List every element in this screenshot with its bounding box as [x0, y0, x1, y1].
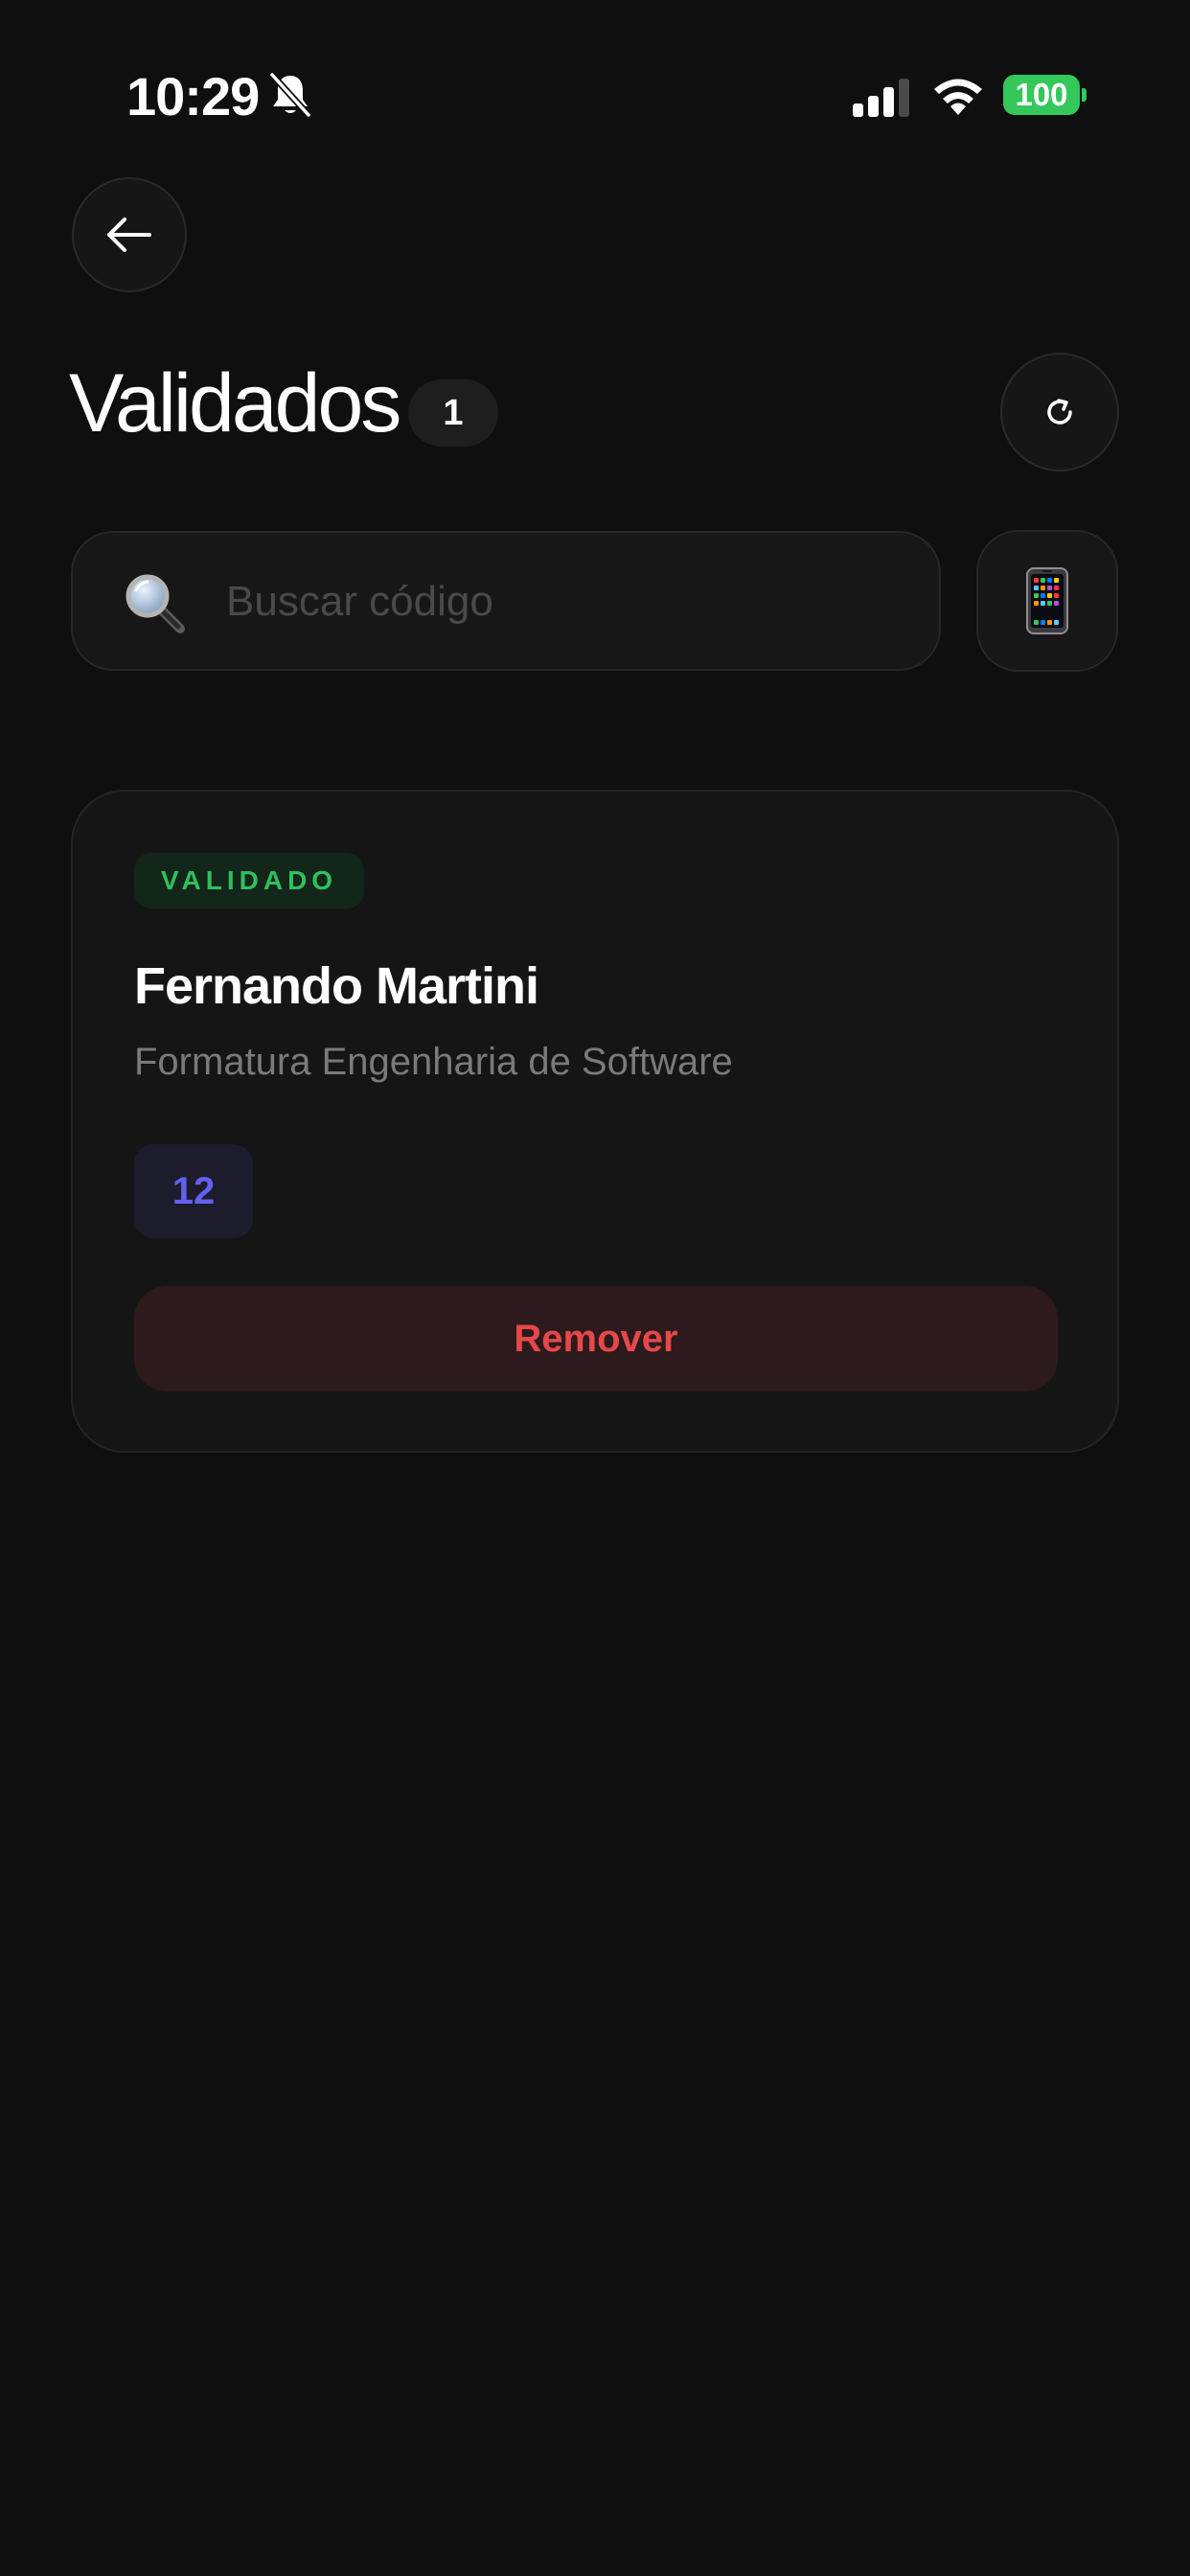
- arrow-left-icon: [107, 218, 151, 252]
- status-badge: VALIDADO: [134, 853, 364, 908]
- wifi-icon: [934, 79, 982, 115]
- refresh-button[interactable]: [1000, 353, 1119, 472]
- bell-slash-icon: [269, 72, 311, 118]
- search-input[interactable]: [224, 533, 899, 671]
- count-badge: 1: [408, 380, 498, 447]
- mobile-phone-icon: [1026, 567, 1068, 634]
- battery-cap: [1082, 88, 1087, 102]
- back-button[interactable]: [72, 177, 187, 292]
- refresh-icon: [1047, 399, 1072, 425]
- magnifying-glass-icon: [126, 574, 185, 633]
- status-badge-label: VALIDADO: [160, 865, 338, 895]
- cellular-signal-icon: [853, 79, 909, 117]
- ticket-number: 12: [172, 1169, 216, 1212]
- search-box[interactable]: [71, 531, 941, 671]
- status-time: 10:29: [126, 66, 260, 126]
- battery-level: 100: [1015, 77, 1068, 112]
- status-bar: 10:29 100: [0, 0, 1190, 144]
- device-button[interactable]: [976, 530, 1118, 672]
- remove-button[interactable]: Remover: [134, 1286, 1058, 1392]
- battery-icon: 100: [1003, 75, 1080, 115]
- count-value: 1: [443, 392, 464, 433]
- ticket-card: VALIDADO Fernando Martini Formatura Enge…: [71, 790, 1119, 1453]
- event-name: Formatura Engenharia de Software: [134, 1041, 733, 1083]
- attendee-name: Fernando Martini: [134, 957, 539, 1015]
- page-title: Validados: [69, 357, 401, 449]
- ticket-number-badge: 12: [134, 1144, 253, 1238]
